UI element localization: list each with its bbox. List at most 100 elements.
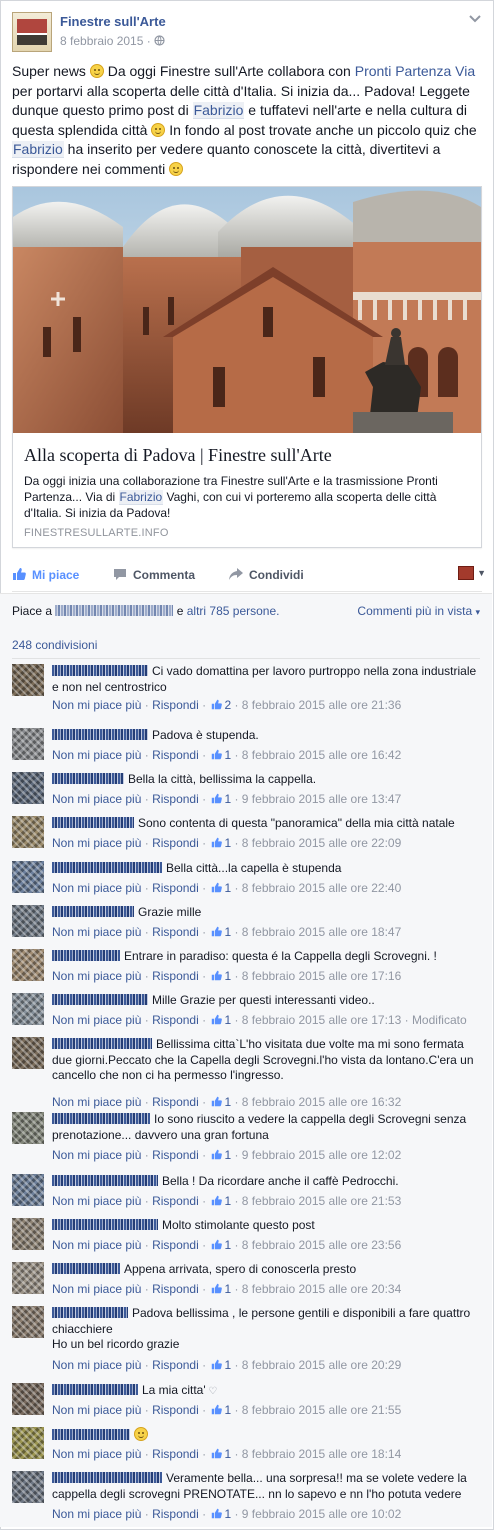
- comment-timestamp[interactable]: 8 febbraio 2015 alle ore 16:42: [242, 748, 401, 762]
- comment-author-name[interactable]: [52, 1429, 130, 1440]
- reply-button[interactable]: Rispondi: [152, 1358, 199, 1372]
- like-button[interactable]: Mi piace: [12, 568, 79, 582]
- tagged-user-link[interactable]: Fabrizio: [118, 490, 164, 505]
- unlike-comment-button[interactable]: Non mi piace più: [52, 1358, 141, 1372]
- comment-timestamp[interactable]: 8 febbraio 2015 alle ore 21:55: [242, 1403, 401, 1417]
- unlike-comment-button[interactable]: Non mi piace più: [52, 1194, 141, 1208]
- comment-timestamp[interactable]: 9 febbraio 2015 alle ore 10:02: [242, 1507, 401, 1521]
- unlike-comment-button[interactable]: Non mi piace più: [52, 1148, 141, 1162]
- comment-author-name[interactable]: [52, 1384, 138, 1395]
- unlike-comment-button[interactable]: Non mi piace più: [52, 1013, 141, 1027]
- avatar[interactable]: [12, 1174, 44, 1206]
- avatar[interactable]: [12, 1112, 44, 1144]
- post-date[interactable]: 8 febbraio 2015: [60, 34, 143, 48]
- commenter-avatar-selector[interactable]: [458, 566, 474, 580]
- reply-button[interactable]: Rispondi: [152, 1507, 199, 1521]
- unlike-comment-button[interactable]: Non mi piace più: [52, 836, 141, 850]
- comment-timestamp[interactable]: 8 febbraio 2015 alle ore 21:53: [242, 1194, 401, 1208]
- unlike-comment-button[interactable]: Non mi piace più: [52, 1447, 141, 1461]
- card-title[interactable]: Alla scoperta di Padova | Finestre sull'…: [24, 445, 332, 466]
- avatar[interactable]: [12, 1262, 44, 1294]
- avatar[interactable]: [12, 1306, 44, 1338]
- comment-author-name[interactable]: [52, 906, 134, 917]
- basilica-photo[interactable]: [13, 187, 481, 433]
- unlike-comment-button[interactable]: Non mi piace più: [52, 925, 141, 939]
- avatar[interactable]: [12, 949, 44, 981]
- avatar[interactable]: [12, 905, 44, 937]
- avatar[interactable]: [12, 728, 44, 760]
- comment-author-name[interactable]: [52, 1038, 152, 1049]
- unlike-comment-button[interactable]: Non mi piace più: [52, 1238, 141, 1252]
- unlike-comment-button[interactable]: Non mi piace più: [52, 1095, 141, 1109]
- avatar[interactable]: [12, 1471, 44, 1503]
- chevron-down-icon[interactable]: [468, 14, 482, 24]
- likes-others-link[interactable]: altri 785 persone.: [187, 604, 280, 618]
- reply-button[interactable]: Rispondi: [152, 1148, 199, 1162]
- comment-author-name[interactable]: [52, 665, 148, 676]
- avatar[interactable]: [12, 1037, 44, 1069]
- reply-button[interactable]: Rispondi: [152, 1403, 199, 1417]
- avatar[interactable]: [12, 861, 44, 893]
- comment-timestamp[interactable]: 8 febbraio 2015 alle ore 23:56: [242, 1238, 401, 1252]
- chevron-down-icon[interactable]: ▼: [477, 568, 486, 578]
- reply-button[interactable]: Rispondi: [152, 792, 199, 806]
- unlike-comment-button[interactable]: Non mi piace più: [52, 1403, 141, 1417]
- link-preview-card[interactable]: Alla scoperta di Padova | Finestre sull'…: [12, 186, 482, 548]
- avatar[interactable]: [12, 993, 44, 1025]
- unlike-comment-button[interactable]: Non mi piace più: [52, 748, 141, 762]
- reply-button[interactable]: Rispondi: [152, 1095, 199, 1109]
- comment-timestamp[interactable]: 8 febbraio 2015 alle ore 20:29: [242, 1358, 401, 1372]
- comment-author-name[interactable]: [52, 773, 124, 784]
- reply-button[interactable]: Rispondi: [152, 698, 199, 712]
- comment-timestamp[interactable]: 8 febbraio 2015 alle ore 22:09: [242, 836, 401, 850]
- comment-timestamp[interactable]: 8 febbraio 2015 alle ore 18:14: [242, 1447, 401, 1461]
- unlike-comment-button[interactable]: Non mi piace più: [52, 1507, 141, 1521]
- tagged-user-link[interactable]: Fabrizio: [192, 102, 245, 119]
- avatar[interactable]: [12, 664, 44, 696]
- reply-button[interactable]: Rispondi: [152, 969, 199, 983]
- comment-author-name[interactable]: [52, 862, 162, 873]
- page-logo[interactable]: [12, 12, 52, 52]
- reply-button[interactable]: Rispondi: [152, 881, 199, 895]
- tagged-user-link[interactable]: Fabrizio: [12, 141, 64, 158]
- comment-timestamp[interactable]: 8 febbraio 2015 alle ore 22:40: [242, 881, 401, 895]
- comment-author-name[interactable]: [52, 817, 134, 828]
- comment-timestamp[interactable]: 8 febbraio 2015 alle ore 17:13: [242, 1013, 401, 1027]
- comment-author-name[interactable]: [52, 994, 148, 1005]
- edited-label[interactable]: Modificato: [412, 1013, 467, 1027]
- comment-timestamp[interactable]: 8 febbraio 2015 alle ore 16:32: [242, 1095, 401, 1109]
- avatar[interactable]: [12, 1218, 44, 1250]
- comment-author-name[interactable]: [52, 1472, 162, 1483]
- reply-button[interactable]: Rispondi: [152, 925, 199, 939]
- comment-timestamp[interactable]: 9 febbraio 2015 alle ore 13:47: [242, 792, 401, 806]
- comment-author-name[interactable]: [52, 1219, 158, 1230]
- comment-timestamp[interactable]: 8 febbraio 2015 alle ore 20:34: [242, 1282, 401, 1296]
- reply-button[interactable]: Rispondi: [152, 1238, 199, 1252]
- reply-button[interactable]: Rispondi: [152, 836, 199, 850]
- comment-author-name[interactable]: [52, 1307, 128, 1318]
- comment-author-name[interactable]: [52, 729, 148, 740]
- comment-timestamp[interactable]: 8 febbraio 2015 alle ore 17:16: [242, 969, 401, 983]
- comment-author-name[interactable]: [52, 1263, 120, 1274]
- avatar[interactable]: [12, 1383, 44, 1415]
- comment-author-name[interactable]: [52, 1175, 158, 1186]
- reply-button[interactable]: Rispondi: [152, 1194, 199, 1208]
- share-button[interactable]: Condividi: [229, 568, 304, 582]
- reply-button[interactable]: Rispondi: [152, 1013, 199, 1027]
- unlike-comment-button[interactable]: Non mi piace più: [52, 881, 141, 895]
- comment-timestamp[interactable]: 8 febbraio 2015 alle ore 21:36: [242, 698, 401, 712]
- comment-author-name[interactable]: [52, 1113, 150, 1124]
- page-name[interactable]: Finestre sull'Arte: [60, 14, 166, 29]
- comment-author-name[interactable]: [52, 950, 120, 961]
- reply-button[interactable]: Rispondi: [152, 1282, 199, 1296]
- reply-button[interactable]: Rispondi: [152, 748, 199, 762]
- comment-timestamp[interactable]: 8 febbraio 2015 alle ore 18:47: [242, 925, 401, 939]
- shares-count-link[interactable]: 248 condivisioni: [12, 638, 97, 652]
- unlike-comment-button[interactable]: Non mi piace più: [52, 969, 141, 983]
- obscured-name[interactable]: [55, 605, 174, 616]
- avatar[interactable]: [12, 816, 44, 848]
- comment-sort-dropdown[interactable]: Commenti più in vista ▾: [357, 604, 480, 618]
- unlike-comment-button[interactable]: Non mi piace più: [52, 792, 141, 806]
- page-link-pronti-partenza-via[interactable]: Pronti Partenza Via: [355, 63, 475, 79]
- comment-timestamp[interactable]: 9 febbraio 2015 alle ore 12:02: [242, 1148, 401, 1162]
